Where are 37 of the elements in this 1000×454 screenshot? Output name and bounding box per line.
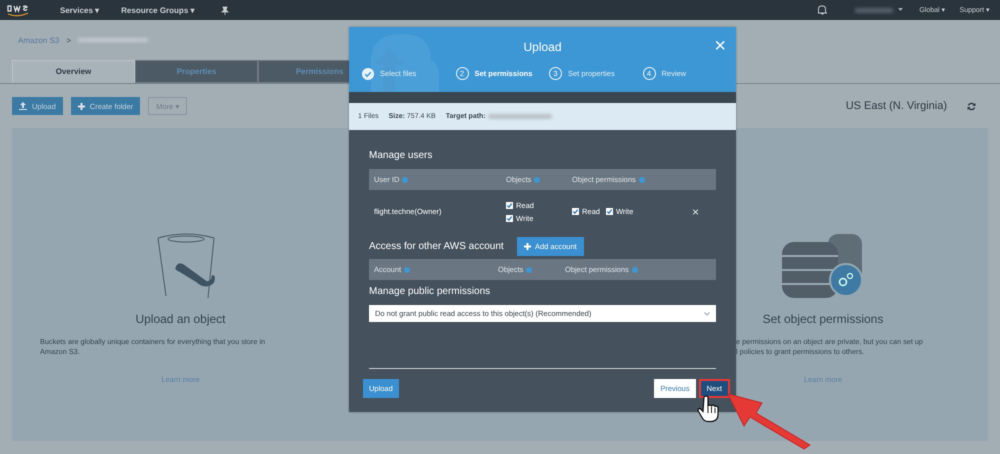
info-icon — [638, 176, 645, 182]
breadcrumb-separator: > — [66, 36, 72, 44]
info-icon — [534, 176, 540, 182]
info-icon — [404, 266, 410, 272]
chevron-down-icon — [704, 312, 710, 316]
tab[interactable]: Overview — [12, 60, 135, 83]
info-icon — [526, 266, 532, 272]
card-title: Set object permissions — [762, 312, 884, 326]
checkbox[interactable] — [506, 214, 513, 222]
remove-button[interactable]: × — [692, 204, 700, 218]
aws-logo-icon — [6, 3, 30, 17]
hand-cursor-icon — [697, 395, 719, 423]
section-heading: Manage public permissions — [369, 286, 492, 299]
plus-icon — [524, 242, 531, 250]
card-title: Upload an object — [135, 312, 226, 326]
close-button[interactable]: × — [714, 34, 726, 58]
plus-icon — [78, 102, 85, 110]
nav-menu[interactable]: Services ▾ — [60, 6, 100, 14]
dialog-title: Upload — [523, 40, 562, 54]
section-heading: Access for other AWS account — [369, 240, 505, 252]
pin-icon — [220, 6, 228, 14]
info-icon — [632, 266, 638, 272]
bell-icon — [818, 5, 828, 15]
checkbox[interactable] — [506, 202, 513, 208]
region-label: US East (N. Virginia) — [846, 100, 947, 112]
checkbox[interactable] — [606, 208, 613, 215]
database-icon — [782, 232, 864, 300]
tab[interactable]: Properties — [135, 60, 258, 83]
breadcrumb-link[interactable]: Amazon S3 — [18, 36, 60, 44]
refresh-icon — [967, 102, 976, 110]
blurred-target-path — [488, 114, 552, 119]
caret-icon — [898, 8, 904, 12]
section-heading: Manage users — [369, 150, 434, 163]
info-icon — [402, 176, 408, 182]
nav-menu[interactable]: Resource Groups ▾ — [121, 6, 194, 14]
upload-icon — [19, 102, 27, 110]
checkbox[interactable] — [572, 208, 579, 215]
